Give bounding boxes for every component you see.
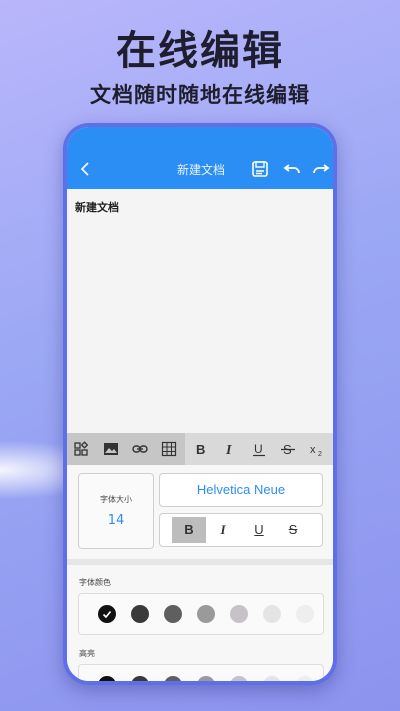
font-color-swatch[interactable]: [164, 605, 182, 623]
highlight-color-swatch[interactable]: [98, 676, 116, 681]
font-color-swatch[interactable]: [98, 605, 116, 623]
font-size-label: 字体大小: [100, 495, 132, 504]
check-icon: [102, 610, 112, 619]
highlight-color-swatch[interactable]: [131, 676, 149, 681]
style-strikethrough-button[interactable]: S: [276, 517, 310, 543]
svg-text:x: x: [310, 444, 316, 456]
font-color-swatch[interactable]: [296, 605, 314, 623]
style-underline-button[interactable]: U: [242, 517, 276, 543]
hero-subtitle: 文档随时随地在线编辑: [90, 83, 310, 107]
highlight-color-swatch[interactable]: [230, 676, 248, 681]
font-size-value: 14: [107, 513, 125, 528]
table-icon[interactable]: [161, 441, 177, 457]
subscript-icon[interactable]: x 2: [309, 441, 325, 457]
svg-text:2: 2: [318, 451, 322, 457]
format-panel: 字体大小 14 Helvetica Neue B I U S 字体颜色 高亮: [67, 465, 333, 681]
widgets-icon[interactable]: [73, 441, 89, 457]
chevron-left-icon[interactable]: [79, 161, 91, 177]
font-size-card[interactable]: 字体大小 14: [78, 473, 154, 549]
font-color-swatch[interactable]: [197, 605, 215, 623]
highlight-label: 高亮: [79, 649, 95, 658]
bold-icon[interactable]: B: [193, 441, 209, 457]
strikethrough-icon[interactable]: S: [280, 441, 296, 457]
image-icon[interactable]: [103, 441, 119, 457]
hero-title: 在线编辑: [116, 28, 284, 74]
svg-text:U: U: [254, 442, 263, 456]
italic-icon[interactable]: I: [222, 441, 238, 457]
text-style-group: B I U S: [159, 513, 323, 547]
phone-frame: 新建文档 新建文档 B I U S x 2 字体大小 14 Helvetica …: [63, 123, 337, 685]
style-italic-button[interactable]: I: [206, 517, 240, 543]
document-heading[interactable]: 新建文档: [75, 199, 119, 215]
redo-icon[interactable]: [311, 162, 331, 176]
style-bold-button[interactable]: B: [172, 517, 206, 543]
highlight-color-swatch[interactable]: [197, 676, 215, 681]
link-icon[interactable]: [132, 441, 148, 457]
font-color-swatch[interactable]: [230, 605, 248, 623]
highlight-color-swatch[interactable]: [263, 676, 281, 681]
font-color-swatch[interactable]: [263, 605, 281, 623]
phone-screen: 新建文档 新建文档 B I U S x 2 字体大小 14 Helvetica …: [67, 127, 333, 681]
app-topbar: 新建文档: [67, 127, 333, 189]
underline-icon[interactable]: U: [251, 441, 267, 457]
font-family-selector[interactable]: Helvetica Neue: [159, 473, 323, 507]
highlight-color-swatch[interactable]: [296, 676, 314, 681]
highlight-color-swatch[interactable]: [164, 676, 182, 681]
undo-icon[interactable]: [282, 162, 302, 176]
save-icon[interactable]: [251, 160, 269, 178]
font-color-swatch[interactable]: [131, 605, 149, 623]
svg-text:B: B: [196, 442, 205, 457]
font-color-palette: [78, 593, 324, 635]
highlight-color-palette: [78, 664, 324, 681]
svg-text:I: I: [225, 443, 232, 457]
font-color-label: 字体颜色: [79, 578, 111, 587]
editor-toolbar: B I U S x 2: [67, 433, 333, 465]
topbar-title: 新建文档: [176, 163, 225, 177]
panel-divider: [67, 559, 333, 565]
